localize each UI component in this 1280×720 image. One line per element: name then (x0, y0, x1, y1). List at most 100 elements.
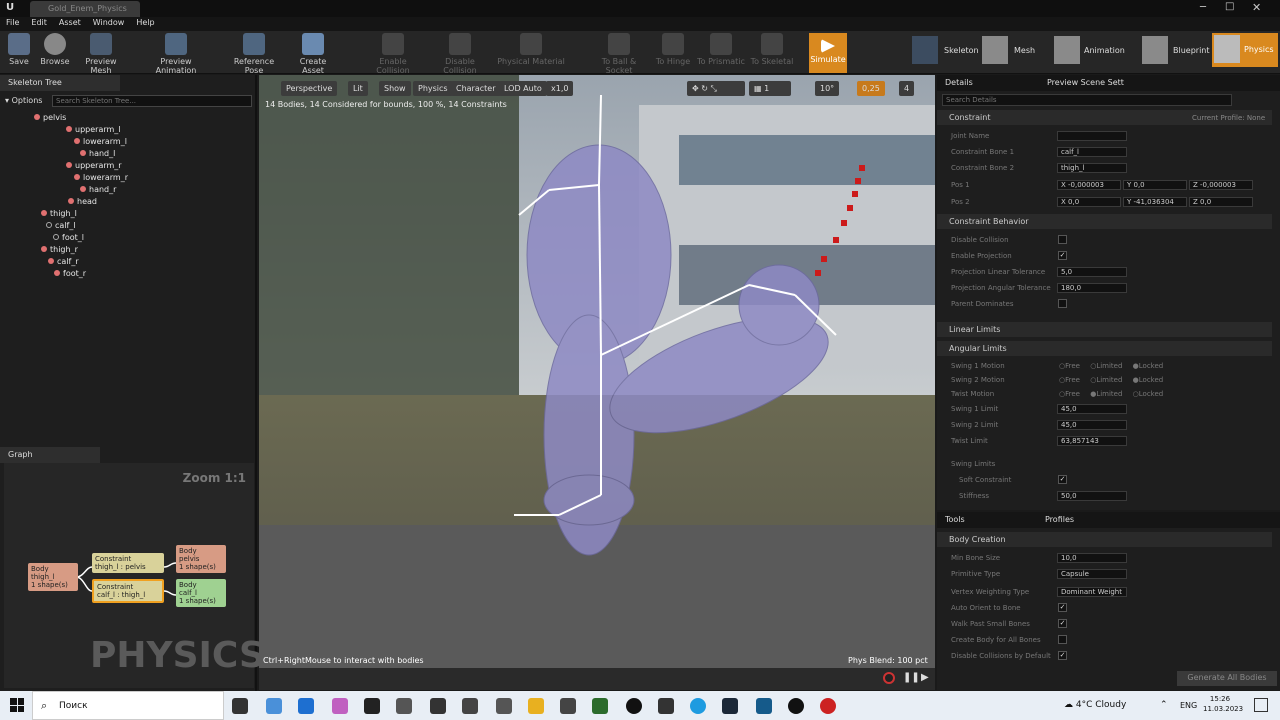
pos2-y-field[interactable]: Y -41,036304 (1123, 197, 1187, 207)
node-body-pelvis[interactable]: Body pelvis 1 shape(s) (176, 545, 226, 573)
graph-canvas[interactable]: Zoom 1:1 Body thigh_l 1 shape(s) Constra… (4, 463, 265, 688)
bone1-field[interactable]: calf_l (1057, 147, 1127, 157)
clock[interactable]: 15:26 11.03.2023 (1203, 694, 1243, 714)
timeline-bar[interactable]: ❚❚ ▶ (259, 668, 935, 690)
node-body-thigh-l[interactable]: Body thigh_l 1 shape(s) (28, 563, 78, 591)
app3-icon[interactable] (332, 698, 348, 714)
soft-constraint-checkbox[interactable]: ✓ (1058, 475, 1067, 484)
constraint-behavior-section[interactable]: Constraint Behavior (937, 214, 1272, 229)
node-body-calf-l[interactable]: Body calf_l 1 shape(s) (176, 579, 226, 607)
joint-name-field[interactable] (1057, 131, 1127, 141)
disable-coll-default-checkbox[interactable]: ✓ (1058, 651, 1067, 660)
app8-icon[interactable] (496, 698, 512, 714)
preview-mesh-button[interactable]: Preview Mesh (74, 33, 128, 75)
bone-calf-r[interactable]: calf_r (48, 257, 79, 266)
document-tab[interactable]: Gold_Enem_Physics (30, 1, 140, 17)
bone-upperarm-r[interactable]: upperarm_r (66, 161, 122, 170)
details-tab[interactable]: Details (945, 78, 973, 87)
step-icon[interactable]: ▶ (921, 672, 929, 683)
vp-lit-button[interactable]: Lit (348, 81, 368, 96)
menu-help[interactable]: Help (130, 17, 160, 28)
bone-lowerarm-r[interactable]: lowerarm_r (74, 173, 128, 182)
close-button[interactable]: ✕ (1252, 1, 1261, 14)
bone-foot-r[interactable]: foot_r (54, 269, 86, 278)
tools-tab[interactable]: Tools (945, 515, 965, 524)
to-hinge-button[interactable]: To Hinge (654, 33, 692, 73)
app6-icon[interactable] (430, 698, 446, 714)
app7-icon[interactable] (462, 698, 478, 714)
record-icon[interactable] (883, 672, 895, 684)
file-explorer-icon[interactable] (528, 698, 544, 714)
skeleton-tree-tab[interactable]: Skeleton Tree (0, 75, 120, 91)
enable-collision-button[interactable]: Enable Collision (362, 33, 424, 75)
grid-snap-button[interactable]: ▦ 1 (749, 81, 791, 96)
parent-dominates-checkbox[interactable] (1058, 299, 1067, 308)
simulate-button[interactable]: Simulate (809, 33, 847, 73)
bone-hand-r[interactable]: hand_r (80, 185, 116, 194)
pos1-z-field[interactable]: Z -0,000003 (1189, 180, 1253, 190)
mode-mesh-button[interactable]: Mesh (982, 36, 1046, 66)
proj-linear-field[interactable]: 5,0 (1057, 267, 1127, 277)
mode-animation-button[interactable]: Animation (1054, 36, 1136, 66)
app13-icon[interactable] (658, 698, 674, 714)
swing1-limit-field[interactable]: 45,0 (1057, 404, 1127, 414)
enable-projection-checkbox[interactable]: ✓ (1058, 251, 1067, 260)
vp-show-button[interactable]: Show (379, 81, 411, 96)
menu-file[interactable]: File (0, 17, 25, 28)
auto-orient-checkbox[interactable]: ✓ (1058, 603, 1067, 612)
to-skeletal-button[interactable]: To Skeletal (750, 33, 794, 73)
menu-window[interactable]: Window (87, 17, 131, 28)
language-indicator[interactable]: ENG (1180, 701, 1197, 710)
maximize-button[interactable]: □ (1225, 1, 1234, 12)
bone-pelvis[interactable]: pelvis (34, 113, 66, 122)
taskbar-search[interactable]: ⌕ Поиск (32, 691, 224, 720)
app5-icon[interactable] (396, 698, 412, 714)
bone-thigh-r[interactable]: thigh_r (41, 245, 78, 254)
create-all-checkbox[interactable] (1058, 635, 1067, 644)
bone-foot-l[interactable]: foot_l (53, 233, 84, 242)
vertex-weighting-select[interactable]: Dominant Weight (1057, 587, 1127, 597)
app10-icon[interactable] (560, 698, 576, 714)
primitive-type-select[interactable]: Capsule (1057, 569, 1127, 579)
body-creation-section[interactable]: Body Creation (937, 532, 1272, 547)
graph-tab[interactable]: Graph (0, 447, 100, 463)
bone-head[interactable]: head (68, 197, 97, 206)
vp-perspective-button[interactable]: Perspective (281, 81, 338, 96)
unreal-icon[interactable] (626, 698, 642, 714)
app11-icon[interactable] (592, 698, 608, 714)
disable-collision-checkbox[interactable] (1058, 235, 1067, 244)
physical-material-button[interactable]: Physical Material (496, 33, 566, 73)
vp-physics-button[interactable]: Physics (413, 81, 453, 96)
pause-icon[interactable]: ❚❚ (903, 672, 920, 683)
app16-icon[interactable] (756, 698, 772, 714)
twist-limit-field[interactable]: 63,857143 (1057, 436, 1127, 446)
disable-collision-button[interactable]: Disable Collision (428, 33, 492, 75)
steam-icon[interactable] (722, 698, 738, 714)
to-prismatic-button[interactable]: To Prismatic (696, 33, 746, 73)
app18-icon[interactable] (820, 698, 836, 714)
epic-games-icon[interactable] (364, 698, 380, 714)
notification-icon[interactable] (1254, 698, 1268, 712)
minimize-button[interactable]: ─ (1200, 2, 1206, 13)
mode-skeleton-button[interactable]: Skeleton (912, 36, 980, 66)
mode-physics-button[interactable]: Physics (1212, 33, 1278, 67)
node-constraint-thigh-pelvis[interactable]: Constraint thigh_l : pelvis (92, 553, 164, 573)
min-bone-size-field[interactable]: 10,0 (1057, 553, 1127, 563)
bone-lowerarm-l[interactable]: lowerarm_l (74, 137, 127, 146)
tray-chevron-icon[interactable]: ⌃ (1160, 700, 1168, 710)
pos2-x-field[interactable]: X 0,0 (1057, 197, 1121, 207)
bone-calf-l[interactable]: calf_l (46, 221, 76, 230)
pos1-y-field[interactable]: Y 0,0 (1123, 180, 1187, 190)
skeleton-search-input[interactable] (52, 95, 252, 107)
browse-button[interactable]: Browse (38, 33, 72, 73)
linear-limits-section[interactable]: Linear Limits (937, 322, 1272, 337)
task-view-icon[interactable] (232, 698, 248, 714)
menu-asset[interactable]: Asset (53, 17, 87, 28)
swing1-motion-radios[interactable]: ○Free ○Limited ●Locked (1059, 362, 1163, 370)
rotation-snap-button[interactable]: 10° (815, 81, 840, 96)
save-button[interactable]: Save (4, 33, 34, 73)
bone-hand-l[interactable]: hand_l (80, 149, 115, 158)
reference-pose-button[interactable]: Reference Pose (224, 33, 284, 75)
create-asset-button[interactable]: Create Asset (288, 33, 338, 75)
windows-start-icon[interactable] (10, 698, 24, 712)
